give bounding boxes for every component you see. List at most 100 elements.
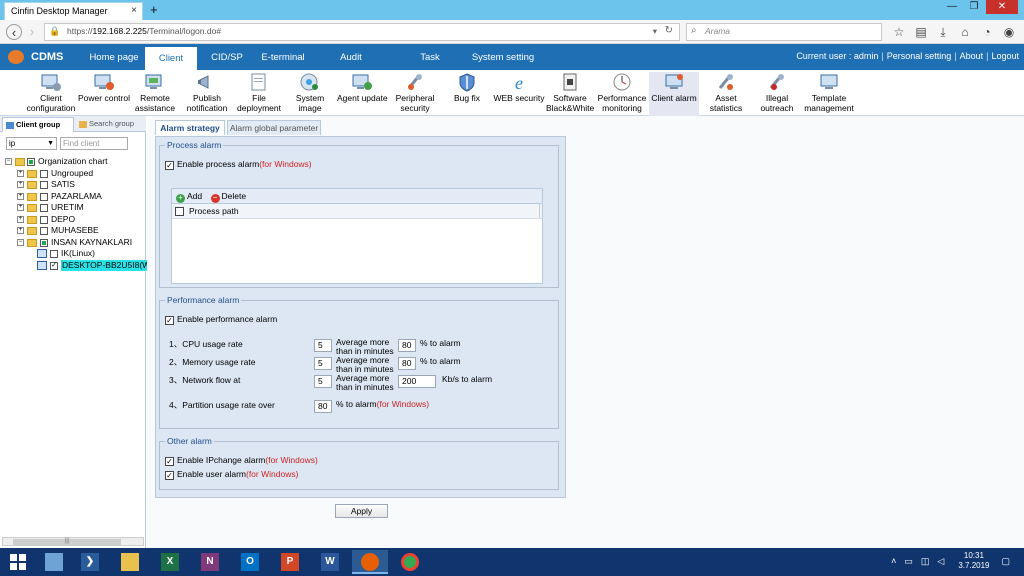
home-icon[interactable]: ⌂	[954, 24, 976, 40]
tree-checkbox[interactable]	[40, 192, 48, 201]
partition-threshold-input[interactable]: 80	[314, 400, 332, 413]
tree-checkbox[interactable]	[27, 158, 35, 166]
minimize-button[interactable]: —	[942, 0, 962, 14]
expand-icon[interactable]: +	[17, 215, 24, 223]
tree-checkbox[interactable]	[40, 181, 48, 189]
tool-illegal-outreach[interactable]: Illegal outreach	[756, 72, 798, 116]
url-bar[interactable]: 🔒 https://192.168.2.225/Terminal/logon.d…	[44, 23, 680, 41]
tree-node-group[interactable]: + MUHASEBE	[3, 225, 144, 237]
browser-search-box[interactable]: ⌕ Arama	[686, 23, 882, 41]
start-button[interactable]	[0, 550, 36, 574]
tree-node-client[interactable]: IK(Linux)	[3, 248, 144, 260]
back-icon[interactable]: ‹	[6, 24, 22, 40]
chat-icon[interactable]: ◉	[998, 24, 1020, 40]
enable-process-alarm[interactable]: ✓ Enable process alarm(for Windows)	[165, 159, 312, 170]
expand-icon[interactable]: +	[17, 169, 24, 177]
tool-bug-fix[interactable]: Bug fix	[447, 72, 487, 116]
scrollbar-thumb[interactable]: |||	[13, 538, 121, 545]
pocket-icon[interactable]: ◔	[976, 24, 998, 40]
find-client-input[interactable]: Find client	[60, 137, 128, 150]
tool-publish-notification[interactable]: Publish notification	[183, 72, 231, 116]
taskbar-word[interactable]: W	[312, 550, 348, 574]
browser-tab[interactable]: Cinfin Desktop Manager ×	[4, 2, 143, 20]
expand-icon[interactable]: +	[17, 227, 24, 234]
taskbar-firefox[interactable]	[352, 550, 388, 574]
tab-alarm-strategy[interactable]: Alarm strategy	[155, 120, 225, 135]
tool-remote-assistance[interactable]: Remote assistance	[131, 72, 179, 116]
checkbox-checked[interactable]: ✓	[165, 161, 174, 170]
tool-template-management[interactable]: Template management	[803, 72, 855, 116]
forward-icon[interactable]: ›	[24, 24, 40, 40]
expand-icon[interactable]: +	[17, 204, 24, 211]
bookmark-star-icon[interactable]: ☆	[888, 24, 910, 40]
chevron-up-icon[interactable]: ˄	[891, 556, 896, 566]
tree-checkbox[interactable]	[40, 227, 48, 235]
notifications-icon[interactable]: ▢	[1001, 556, 1010, 567]
taskbar-powershell[interactable]: ❯	[72, 550, 108, 574]
tree-checkbox[interactable]	[40, 169, 48, 178]
tool-performance-monitoring[interactable]: Performance monitoring	[597, 72, 647, 116]
delete-button[interactable]: − Delete	[210, 189, 246, 203]
reload-icon[interactable]: ↻	[665, 25, 673, 36]
collapse-icon[interactable]: −	[5, 158, 12, 165]
tree-checkbox[interactable]	[40, 238, 48, 247]
taskbar-folder[interactable]	[112, 550, 148, 574]
cpu-threshold-input[interactable]: 80	[398, 339, 416, 352]
tool-peripheral-security[interactable]: Peripheral security	[390, 72, 440, 116]
tab-client-group[interactable]: Client group	[2, 117, 74, 132]
column-resize-handle[interactable]	[539, 204, 542, 218]
maximize-button[interactable]: ❐	[964, 0, 984, 14]
tree-node-root[interactable]: − Organization chart	[3, 156, 144, 168]
menu-audit-management[interactable]: Audit management	[312, 44, 390, 91]
close-tab-icon[interactable]: ×	[131, 5, 137, 16]
url-dropdown-icon[interactable]: ▾	[653, 26, 657, 37]
cpu-minutes-input[interactable]: 5	[314, 339, 332, 352]
checkbox-checked[interactable]: ✓	[165, 457, 174, 466]
tree-node-group[interactable]: + SATIS	[3, 179, 144, 191]
tool-asset-statistics[interactable]: Asset statistics	[705, 72, 747, 116]
memory-minutes-input[interactable]: 5	[314, 357, 332, 370]
network-minutes-input[interactable]: 5	[314, 375, 332, 388]
taskbar-powerpoint[interactable]: P	[272, 550, 308, 574]
add-button[interactable]: + Add	[176, 189, 202, 203]
tool-power-control[interactable]: Power control	[77, 72, 131, 116]
tool-agent-update[interactable]: Agent update	[337, 72, 388, 116]
tool-web-security[interactable]: e WEB security	[492, 72, 546, 116]
menu-e-terminal[interactable]: E-terminal	[257, 44, 309, 70]
personal-setting-link[interactable]: Personal setting	[884, 51, 955, 61]
menu-cid-sp[interactable]: CID/SP	[205, 44, 249, 70]
taskbar-outlook[interactable]: O	[232, 550, 268, 574]
tree-node-group[interactable]: + Ungrouped	[3, 168, 144, 180]
tree-checkbox[interactable]	[40, 215, 48, 224]
apply-button[interactable]: Apply	[335, 504, 388, 518]
select-all-checkbox[interactable]	[175, 207, 184, 216]
tree-node-group[interactable]: + DEPO	[3, 214, 144, 226]
expand-icon[interactable]: +	[17, 192, 24, 200]
taskbar-chrome[interactable]	[392, 550, 428, 574]
tree-node-group[interactable]: + URETIM	[3, 202, 144, 214]
reading-list-icon[interactable]: ▤	[910, 24, 932, 40]
enable-user-alarm[interactable]: ✓ Enable user alarm(for Windows)	[165, 469, 298, 480]
taskbar-excel[interactable]: X	[152, 550, 188, 574]
menu-system-setting[interactable]: System setting	[471, 44, 535, 70]
expand-icon[interactable]: +	[17, 181, 24, 188]
tab-search-group[interactable]: Search group	[76, 117, 142, 132]
network-threshold-input[interactable]: 200	[398, 375, 436, 388]
taskbar-file-explorer[interactable]	[36, 550, 72, 574]
tree-node-client-selected[interactable]: ✓ DESKTOP-BB2U5I8(Wi	[3, 259, 154, 271]
tool-file-deployment[interactable]: File deployment	[234, 72, 284, 116]
about-link[interactable]: About	[957, 51, 987, 61]
memory-threshold-input[interactable]: 80	[398, 357, 416, 370]
collapse-icon[interactable]: −	[17, 238, 24, 246]
enable-ipchange-alarm[interactable]: ✓ Enable IPchange alarm(for Windows)	[165, 455, 318, 466]
menu-task-management[interactable]: Task management	[392, 44, 468, 91]
tool-software-blackwhite[interactable]: Software Black&White	[546, 72, 594, 116]
logout-link[interactable]: Logout	[988, 51, 1022, 61]
tree-checkbox-checked[interactable]: ✓	[50, 261, 58, 270]
menu-home-page[interactable]: Home page	[86, 44, 142, 70]
tool-client-configuration[interactable]: Client configuration	[24, 72, 78, 116]
hamburger-menu-icon[interactable]: ≡	[1020, 24, 1024, 40]
tree-node-group[interactable]: + PAZARLAMA	[3, 191, 144, 203]
enable-performance-alarm[interactable]: ✓ Enable performance alarm	[165, 314, 277, 325]
tool-system-image[interactable]: System image	[288, 72, 332, 116]
